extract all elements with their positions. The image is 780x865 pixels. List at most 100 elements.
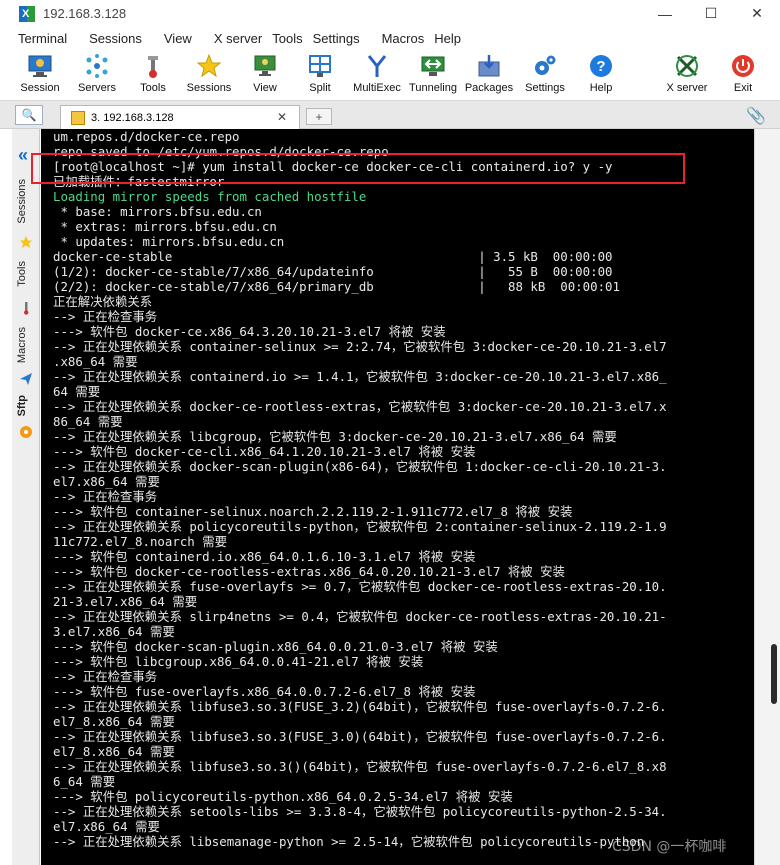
close-tab-button[interactable]: ✕ — [277, 110, 287, 124]
send-icon — [19, 372, 33, 386]
terminal-line: 11c772.el7_8.noarch 需要 — [53, 534, 227, 549]
terminal-line: um.repos.d/docker-ce.repo — [53, 129, 240, 144]
new-tab-button[interactable]: + — [306, 108, 332, 125]
servers-button[interactable]: Servers — [67, 49, 127, 101]
side-tab-sftp[interactable]: Sftp — [16, 395, 36, 416]
title-bar: X 192.168.3.128 — ☐ ✕ — [0, 0, 780, 27]
terminal-line: 86_64 需要 — [53, 414, 123, 429]
help-button[interactable]: ? Help — [571, 49, 631, 101]
terminal-line: * extras: mirrors.bfsu.edu.cn — [53, 219, 277, 234]
terminal-line: ---> 软件包 fuse-overlayfs.x86_64.0.0.7.2-6… — [53, 684, 476, 699]
terminal-line: ---> 软件包 docker-ce.x86_64.3.20.10.21-3.e… — [53, 324, 446, 339]
side-panel: « Sessions Tools Macros Sftp — [12, 129, 40, 865]
terminal-line: --> 正在处理依赖关系 libfuse3.so.3(FUSE_3.0)(64b… — [53, 729, 667, 744]
terminal-line: 6_64 需要 — [53, 774, 116, 789]
quick-search-button[interactable]: 🔍 — [15, 105, 43, 125]
packages-button[interactable]: Packages — [459, 49, 519, 101]
terminal-line: --> 正在处理依赖关系 docker-ce-rootless-extras，它… — [53, 399, 667, 414]
terminal-line: ---> 软件包 container-selinux.noarch.2.2.11… — [53, 504, 573, 519]
tools-button[interactable]: Tools — [123, 49, 183, 101]
side-tab-tools[interactable]: Tools — [16, 261, 36, 287]
terminal-line: (1/2): docker-ce-stable/7/x86_64/updatei… — [53, 264, 613, 279]
maximize-button[interactable]: ☐ — [688, 0, 734, 27]
gear-icon — [532, 53, 558, 79]
terminal-line: ---> 软件包 libcgroup.x86_64.0.0.41-21.el7 … — [53, 654, 424, 669]
terminal-line: --> 正在处理依赖关系 libcgroup，它被软件包 3:docker-ce… — [53, 429, 617, 444]
menu-x-server[interactable]: X server — [209, 31, 267, 46]
terminal-line: --> 正在处理依赖关系 slirp4netns >= 0.4，它被软件包 do… — [53, 609, 667, 624]
terminal-line: Loading mirror speeds from cached hostfi… — [53, 189, 367, 204]
terminal-line: * base: mirrors.bfsu.edu.cn — [53, 204, 262, 219]
terminal-line: --> 正在检查事务 — [53, 669, 158, 684]
scrollbar-thumb[interactable] — [771, 644, 777, 704]
wrench-tools-icon — [140, 53, 166, 79]
multiexec-button[interactable]: MultiExec — [347, 49, 407, 101]
terminal-line: ---> 软件包 docker-scan-plugin.x86_64.0.0.2… — [53, 639, 498, 654]
terminal-line: ---> 软件包 containerd.io.x86_64.0.1.6.10-3… — [53, 549, 476, 564]
help-icon: ? — [588, 53, 614, 79]
terminal-line: --> 正在处理依赖关系 fuse-overlayfs >= 0.7，它被软件包… — [53, 579, 667, 594]
tunneling-button[interactable]: Tunneling — [403, 49, 463, 101]
sftp-globe-icon — [19, 425, 33, 439]
exit-button[interactable]: Exit — [713, 49, 773, 101]
split-icon — [307, 53, 333, 79]
paperclip-icon[interactable]: 📎 — [746, 106, 766, 126]
terminal-line: (2/2): docker-ce-stable/7/x86_64/primary… — [53, 279, 620, 294]
terminal-line: ---> 软件包 docker-ce-rootless-extras.x86_6… — [53, 564, 565, 579]
terminal-line: 21-3.el7.x86_64 需要 — [53, 594, 198, 609]
xserver-button[interactable]: X server — [657, 49, 717, 101]
terminal-scrollbar[interactable] — [754, 129, 780, 865]
terminal-lines: um.repos.d/docker-ce.repo repo saved to … — [53, 129, 667, 849]
menu-terminal[interactable]: Terminal — [13, 31, 72, 46]
watermark: CSDN @一杯咖啡 — [612, 839, 727, 855]
side-tab-macros[interactable]: Macros — [16, 327, 36, 363]
minimize-button[interactable]: — — [642, 0, 688, 27]
collapse-sidebar-icon[interactable]: « — [18, 145, 28, 166]
menu-tools[interactable]: Tools — [267, 31, 307, 46]
wrench-icon — [19, 301, 33, 315]
terminal-line: 64 需要 — [53, 384, 101, 399]
view-button[interactable]: View — [235, 49, 295, 101]
terminal-line: 3.el7.x86_64 需要 — [53, 624, 175, 639]
terminal-line: --> 正在处理依赖关系 container-selinux >= 2:2.74… — [53, 339, 667, 354]
terminal-line: --> 正在检查事务 — [53, 489, 158, 504]
sessions-button[interactable]: Sessions — [179, 49, 239, 101]
menu-settings[interactable]: Settings — [308, 31, 365, 46]
multiexec-fork-icon — [364, 53, 390, 79]
terminal-line: el7.x86_64 需要 — [53, 474, 160, 489]
menu-macros[interactable]: Macros — [377, 31, 430, 46]
terminal-line: el7_8.x86_64 需要 — [53, 714, 175, 729]
toolbar: Session Servers Tools Sessions View Spli… — [0, 49, 780, 101]
svg-text:?: ? — [596, 58, 605, 75]
session-button[interactable]: Session — [10, 49, 70, 101]
close-window-button[interactable]: ✕ — [734, 0, 780, 27]
terminal-line: --> 正在处理依赖关系 policycoreutils-python，它被软件… — [53, 519, 667, 534]
menu-sessions[interactable]: Sessions — [84, 31, 147, 46]
terminal-line: ---> 软件包 docker-ce-cli.x86_64.1.20.10.21… — [53, 444, 476, 459]
command-highlight-box — [31, 153, 685, 184]
terminal-line: .x86_64 需要 — [53, 354, 138, 369]
view-monitor-icon — [252, 53, 278, 79]
terminal-line: --> 正在检查事务 — [53, 309, 158, 324]
terminal-tab-icon — [71, 111, 85, 125]
terminal-line: --> 正在处理依赖关系 setools-libs >= 3.3.8-4，它被软… — [53, 804, 667, 819]
menu-view[interactable]: View — [159, 31, 197, 46]
menu-help[interactable]: Help — [429, 31, 466, 46]
terminal-line: el7_8.x86_64 需要 — [53, 744, 175, 759]
settings-button[interactable]: Settings — [515, 49, 575, 101]
terminal-line: --> 正在处理依赖关系 libfuse3.so.3(FUSE_3.2)(64b… — [53, 699, 667, 714]
terminal-line: --> 正在处理依赖关系 docker-scan-plugin(x86-64)，… — [53, 459, 667, 474]
tab-bar: 🔍 3. 192.168.3.128 ✕ + 📎 — [0, 101, 780, 130]
side-tab-sessions[interactable]: Sessions — [16, 179, 36, 224]
terminal-line: el7.x86_64 需要 — [53, 819, 160, 834]
tab-label: 3. 192.168.3.128 — [91, 112, 174, 124]
window-title: 192.168.3.128 — [43, 6, 127, 21]
split-button[interactable]: Split — [290, 49, 350, 101]
search-icon: 🔍 — [21, 108, 37, 122]
x-server-icon — [674, 53, 700, 79]
monitor-session-icon — [27, 53, 53, 79]
terminal-output[interactable]: um.repos.d/docker-ce.repo repo saved to … — [41, 129, 754, 865]
terminal-line: --> 正在处理依赖关系 libsemanage-python >= 2.5-1… — [53, 834, 645, 849]
tab-session-192-168-3-128[interactable]: 3. 192.168.3.128 ✕ — [60, 105, 300, 130]
terminal-line: docker-ce-stable | 3.5 kB 00:00:00 — [53, 249, 613, 264]
